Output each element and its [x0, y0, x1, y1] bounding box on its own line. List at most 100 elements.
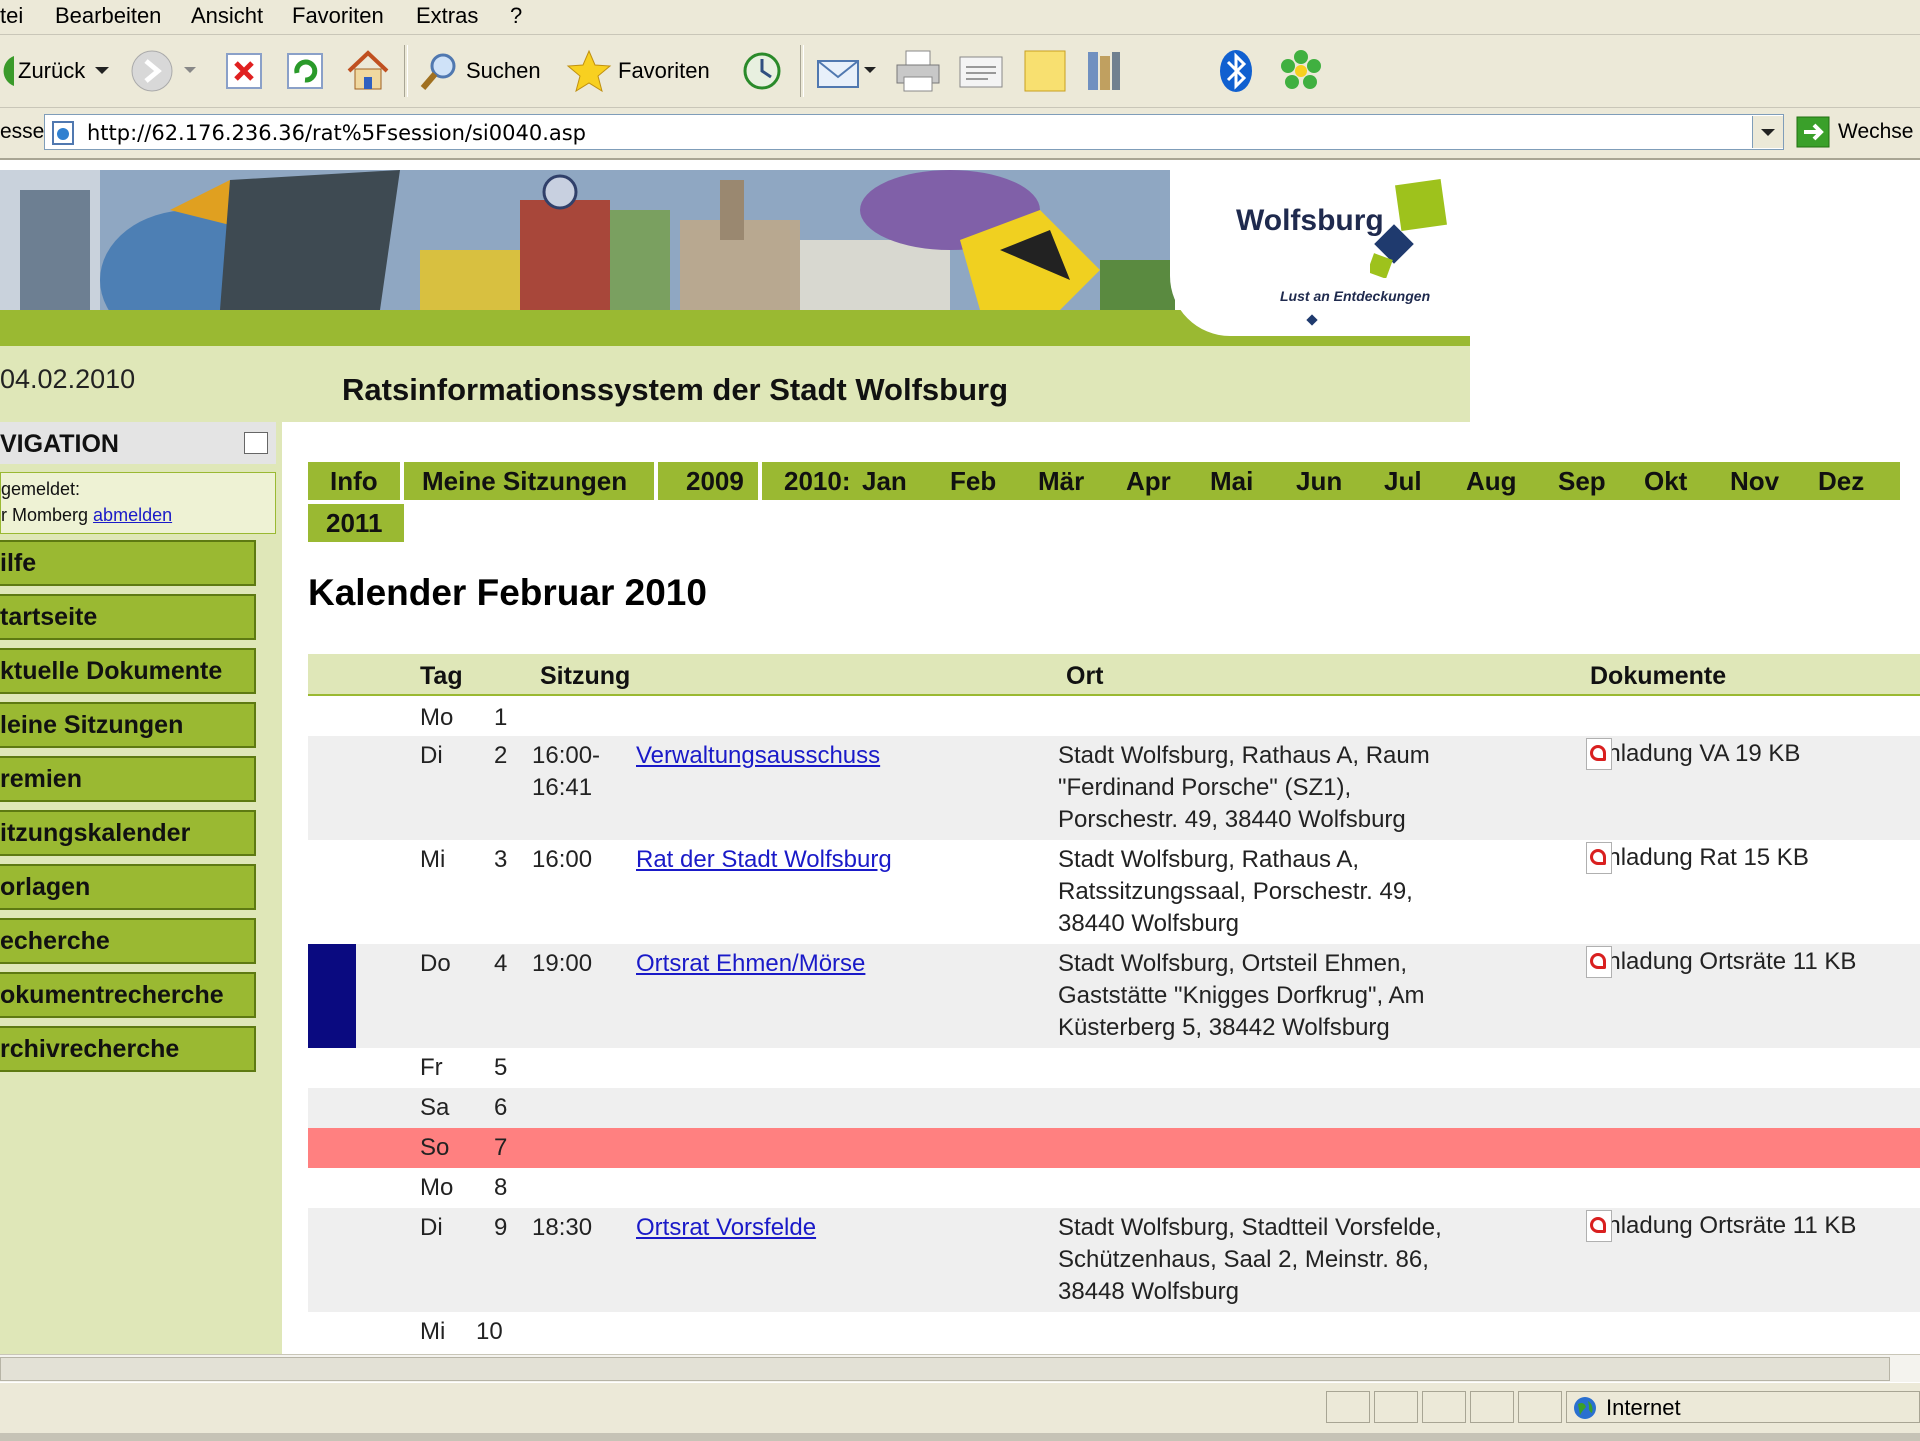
- header-banner: Wolfsburg Lust an Entdeckungen: [0, 170, 1470, 352]
- row-date: 7: [494, 1134, 508, 1161]
- history-button[interactable]: [740, 47, 784, 95]
- page-icon: [52, 121, 74, 145]
- chevron-down-icon[interactable]: [95, 67, 110, 75]
- logout-link[interactable]: abmelden: [93, 505, 172, 525]
- address-bar: esse http://62.176.236.36/rat%5Fsession/…: [0, 108, 1920, 160]
- tab-feb[interactable]: Feb: [950, 462, 996, 500]
- tab-nov[interactable]: Nov: [1730, 462, 1779, 500]
- sidebar-item-aktuelle-dokumente[interactable]: ktuelle Dokumente: [0, 648, 256, 694]
- sidebar-item-archivrecherche[interactable]: rchivrecherche: [0, 1026, 256, 1072]
- menu-bar: tei Bearbeiten Ansicht Favoriten Extras …: [0, 0, 1920, 35]
- icq-button[interactable]: [1278, 47, 1324, 95]
- globe-icon: [1574, 1397, 1596, 1419]
- tab-2009[interactable]: 2009: [658, 462, 758, 500]
- print-button[interactable]: [894, 47, 942, 95]
- chevron-down-icon[interactable]: [184, 67, 196, 75]
- tab-okt[interactable]: Okt: [1644, 462, 1687, 500]
- document-label: Einladung VA 19 KB: [1586, 740, 1801, 767]
- row-place-line: Porschestr. 49, 38440 Wolfsburg: [1058, 806, 1406, 833]
- menu-bearbeiten[interactable]: Bearbeiten: [55, 3, 161, 29]
- notes-button[interactable]: [1022, 47, 1068, 95]
- document-label: Einladung Ortsräte 11 KB: [1586, 948, 1857, 975]
- meeting-link[interactable]: Rat der Stadt Wolfsburg: [636, 846, 892, 874]
- search-button[interactable]: Suchen: [418, 47, 541, 95]
- sidebar-item-vorlagen[interactable]: orlagen: [0, 864, 256, 910]
- row-date: 4: [494, 950, 508, 977]
- tab-dez[interactable]: Dez: [1818, 462, 1864, 500]
- document-link[interactable]: Einladung Ortsräte 11 KB: [1586, 946, 1857, 978]
- row-day: Mo: [420, 704, 454, 731]
- menu-extras[interactable]: Extras: [416, 3, 478, 29]
- logo-diamond-icon: [1306, 314, 1318, 326]
- row-day: Mo: [420, 1174, 454, 1201]
- sticky-note-icon: [1024, 50, 1066, 92]
- go-button[interactable]: Wechse: [1796, 116, 1913, 148]
- tab-maer[interactable]: Mär: [1038, 462, 1084, 500]
- sidebar-item-meine-sitzungen[interactable]: leine Sitzungen: [0, 702, 256, 748]
- document-link[interactable]: Einladung VA 19 KB: [1586, 738, 1801, 770]
- sidebar-item-hilfe[interactable]: ilfe: [0, 540, 256, 586]
- home-button[interactable]: [345, 47, 391, 95]
- row-day: Di: [420, 742, 443, 769]
- navigation-title: VIGATION: [0, 430, 119, 458]
- horizontal-scrollbar[interactable]: [0, 1354, 1920, 1383]
- sidebar: VIGATION gemeldet: r Momberg abmelden il…: [0, 422, 282, 1354]
- tab-jan[interactable]: Jan: [862, 462, 907, 500]
- stop-icon: [226, 53, 262, 89]
- scrollbar-thumb[interactable]: [0, 1357, 1890, 1381]
- address-input[interactable]: http://62.176.236.36/rat%5Fsession/si004…: [44, 114, 1784, 150]
- sidebar-item-sitzungskalender[interactable]: itzungskalender: [0, 810, 256, 856]
- meeting-link[interactable]: Ortsrat Vorsfelde: [636, 1214, 816, 1242]
- tab-meine-sitzungen[interactable]: Meine Sitzungen: [404, 462, 654, 500]
- city-collage-image: [0, 170, 1175, 310]
- document-label: Einladung Ortsräte 11 KB: [1586, 1212, 1857, 1239]
- meeting-link[interactable]: Ortsrat Ehmen/Mörse: [636, 950, 865, 978]
- menu-favoriten[interactable]: Favoriten: [292, 3, 384, 29]
- document-link[interactable]: Einladung Rat 15 KB: [1586, 842, 1809, 874]
- tab-2011[interactable]: 2011: [308, 504, 404, 542]
- document-link[interactable]: Einladung Ortsräte 11 KB: [1586, 1210, 1857, 1242]
- history-icon: [743, 52, 781, 90]
- row-date: 2: [494, 742, 508, 769]
- table-row: Fr 5: [308, 1048, 1920, 1088]
- refresh-button[interactable]: [285, 47, 325, 95]
- tab-sep[interactable]: Sep: [1558, 462, 1606, 500]
- meeting-link[interactable]: Verwaltungsausschuss: [636, 742, 880, 770]
- sidebar-item-startseite[interactable]: tartseite: [0, 594, 256, 640]
- tab-jun[interactable]: Jun: [1296, 462, 1342, 500]
- row-place-line: Ratssitzungssaal, Porschestr. 49,: [1058, 878, 1413, 905]
- back-button[interactable]: Zurück: [0, 47, 110, 95]
- logo-tagline: Lust an Entdeckungen: [1280, 288, 1431, 304]
- address-url[interactable]: http://62.176.236.36/rat%5Fsession/si004…: [87, 121, 586, 145]
- bluetooth-button[interactable]: [1218, 47, 1254, 95]
- home-icon: [347, 50, 389, 90]
- sidebar-item-gremien[interactable]: remien: [0, 756, 256, 802]
- tab-info[interactable]: Info: [308, 462, 400, 500]
- login-info: gemeldet: r Momberg abmelden: [0, 472, 276, 534]
- stop-button[interactable]: [224, 47, 264, 95]
- menu-ansicht[interactable]: Ansicht: [191, 3, 263, 29]
- edit-button[interactable]: [958, 47, 1004, 95]
- favorites-button[interactable]: Favoriten: [566, 47, 710, 95]
- star-icon: [566, 49, 612, 93]
- tab-aug[interactable]: Aug: [1466, 462, 1517, 500]
- mail-icon: [817, 60, 859, 88]
- table-row: Di 2 16:00- 16:41 Verwaltungsausschuss S…: [308, 736, 1920, 840]
- menu-datei[interactable]: tei: [0, 3, 23, 29]
- forward-button[interactable]: [130, 47, 196, 95]
- row-day: Fr: [420, 1054, 443, 1081]
- calendar-heading: Kalender Februar 2010: [308, 572, 707, 613]
- sidebar-item-recherche[interactable]: echerche: [0, 918, 256, 964]
- chevron-down-icon[interactable]: [864, 67, 876, 75]
- mail-button[interactable]: [816, 47, 876, 95]
- document-label: Einladung Rat 15 KB: [1586, 844, 1809, 871]
- address-dropdown[interactable]: [1752, 116, 1783, 148]
- sidebar-item-dokumentrecherche[interactable]: okumentrecherche: [0, 972, 256, 1018]
- tab-mai[interactable]: Mai: [1210, 462, 1253, 500]
- menu-help[interactable]: ?: [510, 3, 522, 29]
- collapse-navigation-button[interactable]: [244, 432, 268, 454]
- tab-apr[interactable]: Apr: [1126, 462, 1171, 500]
- status-bar: Internet: [0, 1382, 1920, 1441]
- tab-jul[interactable]: Jul: [1384, 462, 1422, 500]
- research-button[interactable]: [1082, 47, 1126, 95]
